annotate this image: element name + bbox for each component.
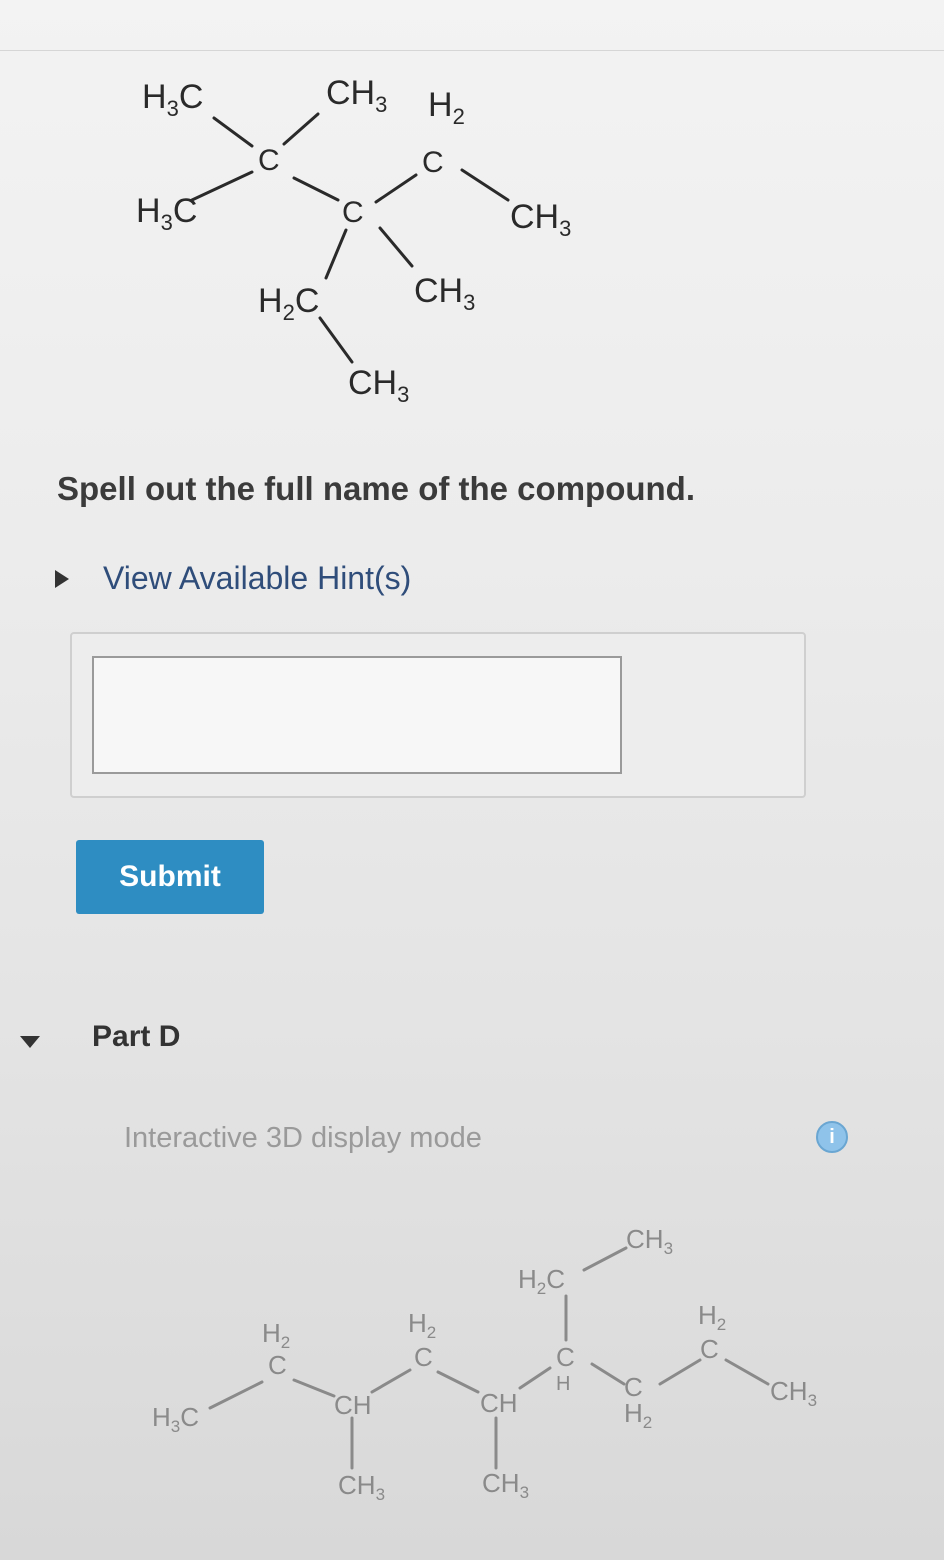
atom-label: H2 (408, 1308, 436, 1342)
bond (324, 228, 348, 280)
question-instruction: Spell out the full name of the compound. (57, 470, 695, 507)
atom-label: H2 (698, 1300, 726, 1334)
submit-button[interactable]: Submit (76, 840, 264, 914)
bond (282, 112, 320, 146)
atom-label: C (268, 1350, 287, 1380)
atom-label: CH3 (510, 198, 571, 241)
atom-label: H2C (258, 282, 319, 325)
top-divider (0, 50, 944, 51)
structure-diagram: H3C H3C CH3 H2 C C C CH3 H2C CH3 CH3 (136, 74, 571, 407)
atom-label: H2 (428, 86, 465, 129)
atom-label: H3C (136, 192, 197, 235)
atom-label: C (556, 1342, 575, 1372)
bond (724, 1358, 770, 1386)
info-icon[interactable]: i (816, 1121, 848, 1153)
bond (518, 1366, 552, 1390)
bond (374, 173, 418, 204)
bond (658, 1358, 702, 1386)
bond (378, 226, 414, 268)
bond (208, 1380, 264, 1410)
bond (190, 170, 254, 202)
bond (212, 116, 254, 148)
expand-arrow-icon (55, 569, 69, 588)
bond (436, 1370, 480, 1394)
atom-label: CH (480, 1388, 518, 1418)
display-mode-label: Interactive 3D display mode (124, 1122, 482, 1154)
answer-panel (70, 632, 806, 798)
atom-label: CH3 (338, 1470, 385, 1504)
atom-label: H3C (152, 1402, 199, 1436)
bond (292, 1378, 336, 1398)
atom-label: CH3 (770, 1376, 817, 1410)
bond (370, 1368, 412, 1394)
atom-label: CH3 (414, 272, 475, 315)
bond (460, 168, 510, 202)
answer-input[interactable] (92, 656, 622, 774)
atom-label: C (422, 146, 444, 179)
atom-label: H2 (624, 1398, 652, 1432)
bond (292, 176, 340, 202)
atom-label: H2C (518, 1264, 565, 1298)
atom-label: CH3 (348, 364, 409, 407)
hint-link-label: View Available Hint(s) (103, 560, 412, 596)
part-title[interactable]: Part D (92, 1020, 180, 1054)
atom-label: CH (334, 1390, 372, 1420)
bond (590, 1362, 626, 1386)
atom-label: H3C (142, 78, 203, 121)
atom-label: CH3 (482, 1468, 529, 1502)
atom-label: H2 (262, 1318, 290, 1352)
atom-label: CH3 (326, 74, 387, 117)
atom-label: H (556, 1373, 570, 1395)
atom-label: C (258, 144, 280, 177)
atom-label: C (414, 1342, 433, 1372)
atom-label: C (342, 196, 364, 229)
collapse-arrow-icon[interactable] (20, 1036, 40, 1048)
part-d-structure-diagram: H3C H2 C CH CH3 H2 C CH CH3 H2C CH3 C H … (152, 1224, 817, 1504)
bond (582, 1246, 628, 1272)
atom-label: CH3 (626, 1224, 673, 1258)
atom-label: C (700, 1334, 719, 1364)
bond (318, 316, 354, 364)
view-hints-link[interactable]: View Available Hint(s) (55, 560, 411, 597)
